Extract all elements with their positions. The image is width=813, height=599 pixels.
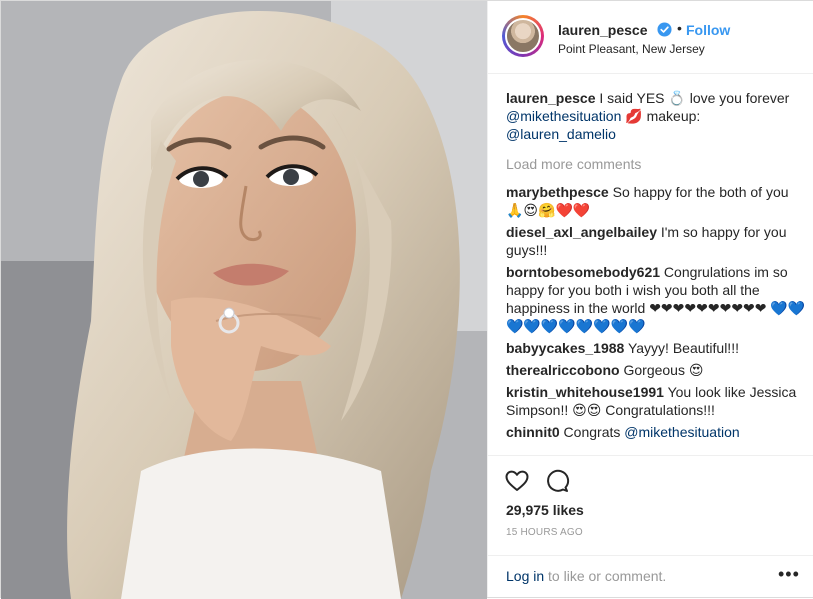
comment-username[interactable]: diesel_axl_angelbailey [506, 224, 657, 240]
avatar[interactable] [505, 18, 541, 54]
load-more-comments-button[interactable]: Load more comments [506, 155, 806, 173]
comment: babyycakes_1988 Yayyy! Beautiful!!! [506, 339, 806, 357]
comment-text: Congrats [559, 424, 625, 440]
comment: marybethpesce So happy for the both of y… [506, 183, 806, 219]
comment-mention[interactable]: @mikethesituation [624, 424, 739, 440]
comment-username[interactable]: therealriccobono [506, 362, 620, 378]
comment-username[interactable]: marybethpesce [506, 184, 609, 200]
login-link[interactable]: Log in [506, 568, 544, 584]
follow-button[interactable]: Follow [686, 22, 730, 38]
likes-count[interactable]: 29,975 likes [506, 502, 584, 518]
location-link[interactable]: Point Pleasant, New Jersey [558, 42, 705, 56]
avatar-story-ring[interactable] [502, 15, 544, 57]
comment: therealriccobono Gorgeous 😍 [506, 361, 806, 379]
heart-icon[interactable] [504, 468, 530, 494]
comment: diesel_axl_angelbailey I'm so happy for … [506, 223, 806, 259]
comment-bubble-icon[interactable] [544, 468, 570, 494]
login-rest-text: to like or comment. [544, 568, 667, 584]
login-prompt: Log in to like or comment. ••• [488, 555, 813, 599]
post-header: lauren_pesce • Follow Point Pleasant, Ne… [488, 1, 813, 74]
separator-dot: • [677, 20, 682, 36]
header-username[interactable]: lauren_pesce [558, 22, 648, 38]
caption: lauren_pesce I said YES 💍 love you forev… [506, 89, 806, 143]
comment-username[interactable]: borntobesomebody621 [506, 264, 660, 280]
comment-text: Yayyy! Beautiful!!! [624, 340, 739, 356]
comment-username[interactable]: kristin_whitehouse1991 [506, 384, 664, 400]
post-timestamp: 15 HOURS AGO [506, 527, 583, 538]
comment: chinnit0 Congrats @mikethesituation [506, 423, 806, 441]
post-photo[interactable] [1, 1, 487, 599]
instagram-post: lauren_pesce • Follow Point Pleasant, Ne… [0, 0, 813, 599]
selfie-image [1, 1, 487, 599]
post-actions: 29,975 likes 15 HOURS AGO Log in to like… [488, 455, 813, 598]
caption-text: 💋 makeup: [621, 108, 701, 124]
comments-fade [506, 441, 806, 455]
caption-text: I said YES 💍 love you forever [595, 90, 790, 106]
comment: borntobesomebody621 Congrulations im so … [506, 263, 806, 335]
caption-username[interactable]: lauren_pesce [506, 90, 596, 106]
caption-mention[interactable]: @lauren_damelio [506, 126, 616, 142]
comment-text: Gorgeous 😍 [619, 362, 704, 378]
comment-username[interactable]: babyycakes_1988 [506, 340, 624, 356]
post-side-panel: lauren_pesce • Follow Point Pleasant, Ne… [487, 1, 813, 597]
comment: kristin_whitehouse1991 You look like Jes… [506, 383, 806, 419]
caption-mention[interactable]: @mikethesituation [506, 108, 621, 124]
comments-list: lauren_pesce I said YES 💍 love you forev… [506, 89, 806, 447]
verified-badge-icon [657, 22, 672, 37]
comment-username[interactable]: chinnit0 [506, 424, 560, 440]
more-options-icon[interactable]: ••• [778, 564, 800, 585]
login-text: Log in to like or comment. [506, 568, 666, 584]
